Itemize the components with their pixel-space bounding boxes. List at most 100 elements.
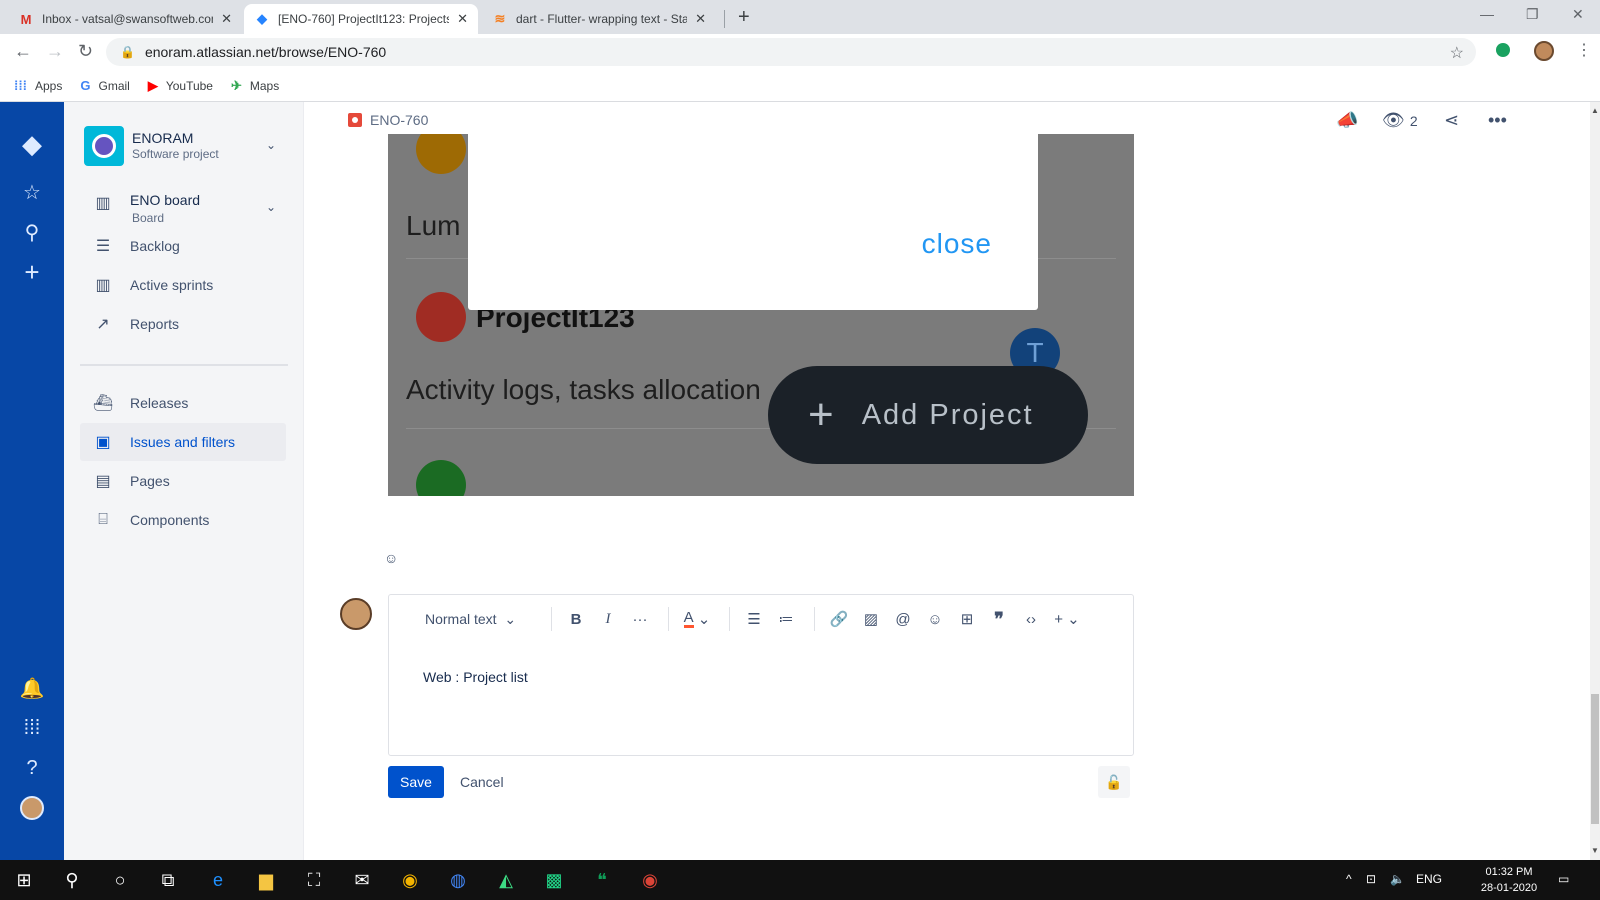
windows-start-icon[interactable]: ⊞ <box>12 868 36 892</box>
bold-icon[interactable]: B <box>562 605 590 633</box>
task-view-icon[interactable]: ⧉ <box>156 868 180 892</box>
cancel-button[interactable]: Cancel <box>454 766 510 798</box>
new-tab-button[interactable]: + <box>738 6 750 29</box>
system-clock[interactable]: 01:32 PM 28-01-2020 <box>1478 864 1540 896</box>
more-formatting-icon[interactable]: ··· <box>626 605 654 633</box>
mention-icon[interactable]: @ <box>889 605 917 633</box>
bug-icon <box>348 113 362 127</box>
maps-app-icon[interactable]: ◍ <box>446 868 470 892</box>
back-icon[interactable]: ← <box>14 41 32 62</box>
reload-icon[interactable]: ↻ <box>78 41 93 62</box>
browser-menu-icon[interactable]: ⋮ <box>1576 40 1592 60</box>
chrome-icon[interactable]: ◉ <box>398 868 422 892</box>
add-project-button[interactable]: + Add Project <box>768 366 1088 464</box>
watch-button[interactable]: 👁 2 <box>1382 110 1418 131</box>
file-explorer-icon[interactable]: ▆ <box>254 868 278 892</box>
restrict-visibility-icon[interactable]: 🔓 <box>1098 766 1130 798</box>
insert-more-icon[interactable]: + ⌄ <box>1049 605 1085 633</box>
bookmark-gmail[interactable]: G Gmail <box>80 78 129 93</box>
more-actions-icon[interactable]: ••• <box>1488 110 1507 131</box>
window-close-icon[interactable]: ✕ <box>1572 6 1584 23</box>
tab-stackoverflow[interactable]: ≋ dart - Flutter- wrapping text - Sta ✕ <box>482 4 716 34</box>
help-icon[interactable]: ? <box>18 754 46 782</box>
chevron-down-icon[interactable]: ⌄ <box>266 138 276 152</box>
image-icon[interactable]: ▨ <box>857 605 885 633</box>
text-color-icon[interactable]: A ⌄ <box>679 605 715 633</box>
forward-icon[interactable]: → <box>46 41 64 62</box>
user-avatar[interactable] <box>18 794 46 822</box>
attached-screenshot[interactable]: Lum ProjectIt123 T Activity logs, tasks … <box>388 134 1134 496</box>
numbered-list-icon[interactable]: ≔ <box>772 605 800 633</box>
save-button[interactable]: Save <box>388 766 444 798</box>
link-icon[interactable]: 🔗 <box>825 605 853 633</box>
table-icon[interactable]: ⊞ <box>953 605 981 633</box>
chevron-down-icon[interactable]: ⌄ <box>266 200 276 214</box>
project-name[interactable]: ENORAM <box>132 130 193 146</box>
minimize-icon[interactable]: — <box>1480 6 1494 22</box>
page-scrollbar[interactable]: ▲ ▼ <box>1590 102 1600 860</box>
webstorm-icon[interactable]: ▩ <box>542 868 566 892</box>
comment-text[interactable]: Web : Project list <box>423 669 528 685</box>
maps-icon: ✈ <box>230 77 242 93</box>
tray-chevron-up-icon[interactable]: ^ <box>1346 872 1352 886</box>
editor-toolbar: Normal text ⌄ B I ··· A ⌄ ☰ ≔ 🔗 ▨ @ ☺ ⊞ … <box>389 595 1133 643</box>
project-color-dot <box>416 292 466 342</box>
network-icon[interactable]: ⊡ <box>1366 872 1376 886</box>
italic-icon[interactable]: I <box>594 605 622 633</box>
sidebar-item-components[interactable]: ⌸ Components <box>80 501 286 539</box>
share-icon[interactable]: ⋖ <box>1444 110 1459 131</box>
dialog-close-button[interactable]: close <box>922 228 992 260</box>
edge-icon[interactable]: e <box>206 868 230 892</box>
bookmark-youtube[interactable]: ▶ YouTube <box>148 78 213 94</box>
restore-icon[interactable]: ❐ <box>1526 6 1539 23</box>
emoji-icon[interactable]: ☺ <box>921 605 949 633</box>
scroll-thumb[interactable] <box>1591 694 1599 824</box>
language-indicator[interactable]: ENG <box>1416 872 1442 886</box>
tab-jira[interactable]: ◆ [ENO-760] ProjectIt123: Projects ✕ <box>244 4 478 34</box>
store-icon[interactable]: ⛶ <box>302 868 326 892</box>
text-style-dropdown[interactable]: Normal text ⌄ <box>425 605 537 633</box>
add-reaction-icon[interactable]: ☺ <box>384 550 398 566</box>
hangouts-icon[interactable]: ❝ <box>590 868 614 892</box>
comment-editor[interactable]: Normal text ⌄ B I ··· A ⌄ ☰ ≔ 🔗 ▨ @ ☺ ⊞ … <box>388 594 1134 756</box>
action-center-icon[interactable]: ▭ <box>1558 872 1569 886</box>
close-tab-icon[interactable]: ✕ <box>695 11 706 27</box>
sidebar-item-pages[interactable]: ▤ Pages <box>80 462 286 500</box>
cortana-icon[interactable]: ○ <box>108 868 132 892</box>
mail-icon[interactable]: ✉ <box>350 868 374 892</box>
extension-icon[interactable] <box>1496 43 1510 57</box>
chrome-icon[interactable]: ◉ <box>638 868 662 892</box>
bookmark-maps[interactable]: ✈ Maps <box>231 78 279 94</box>
create-icon[interactable]: + <box>18 257 46 287</box>
starred-icon[interactable]: ☆ <box>18 178 46 206</box>
jira-logo-icon[interactable]: ◆ <box>18 129 46 159</box>
project-avatar[interactable] <box>84 126 124 166</box>
search-icon[interactable]: ⚲ <box>18 218 46 246</box>
scroll-down-icon[interactable]: ▼ <box>1590 846 1600 855</box>
bookmark-apps[interactable]: ⁞⁞⁞ Apps <box>14 78 62 93</box>
sidebar-item-issues-and-filters[interactable]: ▣ Issues and filters <box>80 423 286 461</box>
bookmark-star-icon[interactable]: ☆ <box>1450 43 1464 63</box>
feedback-icon[interactable]: 📣 <box>1336 110 1358 131</box>
issue-key-breadcrumb[interactable]: ENO-760 <box>348 112 428 128</box>
sidebar-item-board[interactable]: ▥ ENO board <box>80 188 286 228</box>
quote-icon[interactable]: ❞ <box>985 605 1013 633</box>
app-switcher-icon[interactable]: ⁞⁞⁞ <box>18 714 46 742</box>
scroll-up-icon[interactable]: ▲ <box>1590 106 1600 115</box>
close-tab-icon[interactable]: ✕ <box>457 11 468 27</box>
bullet-list-icon[interactable]: ☰ <box>740 605 768 633</box>
volume-icon[interactable]: 🔈 <box>1390 872 1405 886</box>
sidebar-item-active-sprints[interactable]: ▥ Active sprints <box>80 266 286 304</box>
tab-gmail[interactable]: M Inbox - vatsal@swansoftweb.com ✕ <box>8 4 242 34</box>
code-icon[interactable]: ‹› <box>1017 605 1045 633</box>
search-icon[interactable]: ⚲ <box>60 868 84 892</box>
url-bar[interactable]: 🔒 enoram.atlassian.net/browse/ENO-760 ☆ <box>106 38 1476 66</box>
notifications-icon[interactable]: 🔔 <box>18 674 46 702</box>
sidebar-item-backlog[interactable]: ☰ Backlog <box>80 227 286 265</box>
sidebar-item-reports[interactable]: ↗ Reports <box>80 305 286 343</box>
close-tab-icon[interactable]: ✕ <box>221 11 232 27</box>
sidebar-item-releases[interactable]: ⛴ Releases <box>80 384 286 422</box>
profile-avatar[interactable] <box>1534 41 1554 61</box>
backlog-icon: ☰ <box>95 238 111 255</box>
android-studio-icon[interactable]: ◭ <box>494 868 518 892</box>
